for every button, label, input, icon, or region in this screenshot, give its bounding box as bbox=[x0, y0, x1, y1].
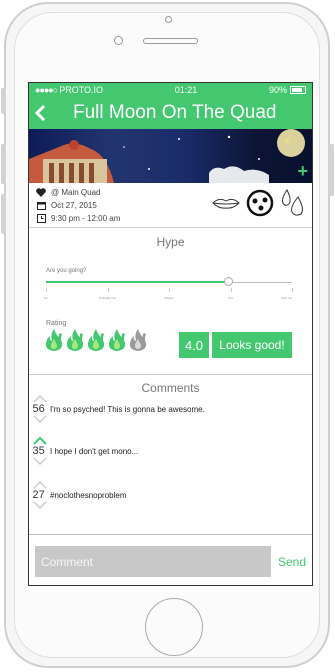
event-location: @ Main Quad bbox=[51, 187, 101, 197]
flame-icon-empty[interactable] bbox=[128, 328, 148, 352]
flame-icon-filled[interactable] bbox=[44, 328, 64, 352]
flame-icon-filled[interactable] bbox=[107, 328, 127, 352]
page-title: Full Moon On The Quad bbox=[73, 102, 277, 123]
flame-icon-filled[interactable] bbox=[65, 328, 85, 352]
attendance-slider[interactable] bbox=[46, 277, 292, 286]
drops-icon[interactable] bbox=[280, 189, 308, 222]
earpiece-speaker bbox=[143, 38, 198, 44]
comments-title: Comments bbox=[141, 381, 200, 395]
rating-label: Rating bbox=[46, 320, 67, 327]
cover-illustration bbox=[29, 129, 305, 183]
downvote-icon[interactable] bbox=[33, 501, 47, 509]
slider-option-label: Maybe bbox=[164, 296, 174, 300]
carrier-name: PROTO.IO bbox=[59, 85, 104, 95]
power-button bbox=[329, 144, 334, 196]
slider-option-label: Yes bbox=[228, 296, 233, 300]
comments-section: Comments 56 I'm so psyched! This is gonna… bbox=[29, 375, 312, 537]
comment-text: I hope I don't get mono... bbox=[50, 446, 139, 456]
volume-down-button bbox=[1, 194, 6, 234]
proximity-sensor bbox=[114, 36, 123, 45]
vote-controls: 56 bbox=[32, 395, 48, 423]
chevron-left-icon bbox=[35, 105, 46, 121]
slider-tick bbox=[169, 288, 170, 292]
slider-option-label: No bbox=[44, 296, 48, 300]
slider-fill bbox=[46, 281, 229, 283]
attendance-question: Are you going? bbox=[46, 268, 87, 274]
event-date: Oct 27, 2015 bbox=[51, 200, 97, 210]
lips-icon[interactable] bbox=[212, 196, 240, 215]
comment-input[interactable] bbox=[35, 546, 271, 577]
comment-composer: Send bbox=[29, 534, 312, 585]
slider-option-label: Hell Yes bbox=[281, 296, 292, 300]
signal-icon: ●●●●○ bbox=[35, 85, 58, 95]
front-camera bbox=[165, 16, 172, 23]
upvote-icon[interactable] bbox=[33, 437, 47, 445]
vote-count: 27 bbox=[32, 489, 45, 501]
add-photo-button[interactable]: + bbox=[297, 161, 308, 182]
comment-text: I'm so psyched! This is gonna be awesome… bbox=[50, 404, 205, 414]
slider-tick bbox=[292, 288, 293, 292]
volume-up-button bbox=[1, 144, 6, 184]
clock-icon bbox=[36, 213, 46, 223]
comment-item: 35 I hope I don't get mono... bbox=[32, 437, 138, 465]
flame-rating[interactable] bbox=[44, 328, 148, 352]
slider-tick bbox=[107, 288, 109, 292]
upvote-icon[interactable] bbox=[33, 395, 47, 403]
reaction-icons bbox=[212, 189, 308, 222]
event-time: 9:30 pm - 12:00 am bbox=[51, 213, 121, 223]
slider-tick bbox=[46, 288, 47, 292]
event-cover-image: + bbox=[29, 129, 312, 183]
flame-icon-filled[interactable] bbox=[86, 328, 106, 352]
comment-text: #noclothesnoproblem bbox=[50, 490, 127, 500]
upvote-icon[interactable] bbox=[33, 481, 47, 489]
slider-option-label: Probably Not bbox=[98, 296, 117, 300]
app-screen: ●●●●○ PROTO.IO 01:21 90% Full Moon On Th… bbox=[28, 82, 313, 586]
send-button[interactable]: Send bbox=[278, 555, 306, 569]
hype-title: Hype bbox=[156, 235, 185, 249]
nav-bar: Full Moon On The Quad bbox=[29, 97, 312, 129]
event-details: @ Main Quad Oct 27, 2015 9:30 pm - 12:00… bbox=[29, 183, 312, 228]
back-button[interactable] bbox=[29, 97, 53, 129]
battery-percent: 90% bbox=[268, 85, 287, 95]
battery-icon bbox=[289, 86, 306, 94]
face-icon[interactable] bbox=[246, 189, 274, 222]
mute-switch bbox=[1, 88, 6, 114]
downvote-icon[interactable] bbox=[33, 457, 47, 465]
vote-controls: 35 bbox=[32, 437, 48, 465]
vote-controls: 27 bbox=[32, 481, 48, 509]
clock: 01:21 bbox=[174, 85, 198, 95]
heart-icon[interactable] bbox=[36, 187, 46, 197]
slider-thumb[interactable] bbox=[224, 277, 234, 286]
vote-count: 56 bbox=[32, 403, 45, 415]
comment-item: 56 I'm so psyched! This is gonna be aweso… bbox=[32, 395, 205, 423]
calendar-icon bbox=[36, 200, 46, 210]
downvote-icon[interactable] bbox=[33, 415, 47, 423]
hype-section: Hype Are you going? No Probably Not Maybe Y… bbox=[29, 228, 312, 375]
status-bar: ●●●●○ PROTO.IO 01:21 90% bbox=[29, 83, 312, 97]
rating-score: 4.0 bbox=[179, 332, 209, 358]
slider-tick bbox=[230, 288, 232, 292]
rating-verdict: Looks good! bbox=[212, 332, 292, 358]
home-button[interactable] bbox=[145, 598, 203, 656]
vote-count: 35 bbox=[32, 445, 45, 457]
comment-item: 27 #noclothesnoproblem bbox=[32, 481, 127, 509]
